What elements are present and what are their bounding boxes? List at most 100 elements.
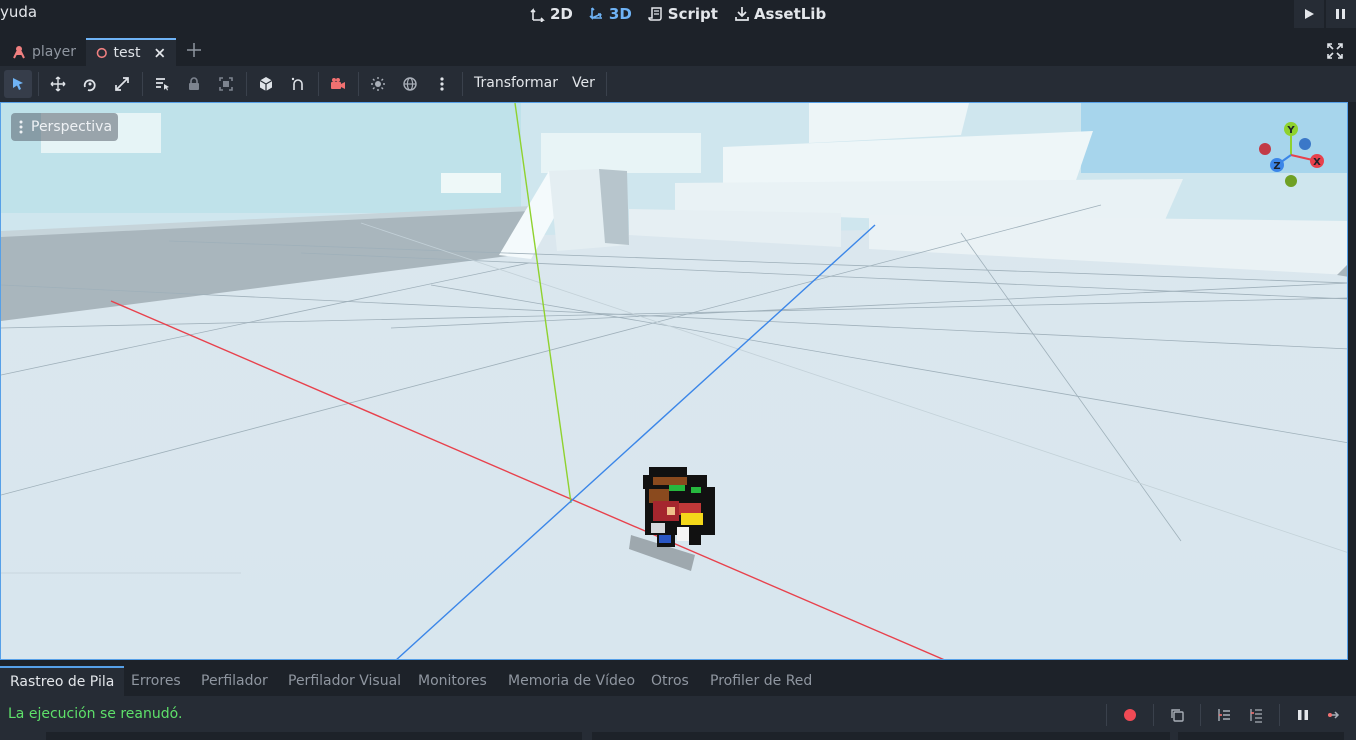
script-icon <box>648 7 662 21</box>
view-gizmo[interactable]: Y X Z <box>1257 117 1329 189</box>
tab-player[interactable]: player <box>2 38 86 66</box>
viewport-edge <box>1348 102 1356 660</box>
step-over-button[interactable] <box>1247 706 1265 724</box>
gizmo-y-label: Y <box>1286 125 1295 136</box>
continue-button[interactable] <box>1326 706 1344 724</box>
breakpoint-dot-icon <box>1124 709 1136 721</box>
tab-monitors[interactable]: Monitores <box>408 666 497 696</box>
3d-viewport[interactable]: Perspectiva Y X Z <box>0 102 1348 660</box>
gizmo-x-label: X <box>1313 157 1321 168</box>
step-into-button[interactable] <box>1215 706 1233 724</box>
toolbar-separator <box>1153 704 1154 726</box>
toolbar-separator <box>246 72 247 96</box>
step-over-icon <box>1250 709 1262 723</box>
panel-split-middle <box>592 732 1170 740</box>
gizmo-z-label: Z <box>1273 161 1280 172</box>
viewport-toolbar: Transformar Ver <box>0 66 1356 102</box>
tab-test[interactable]: test <box>86 38 176 66</box>
tab-stack-trace[interactable]: Rastreo de Pila <box>0 666 125 696</box>
play-button[interactable] <box>1294 0 1324 28</box>
panel-split-left <box>46 732 582 740</box>
kebab-menu-icon <box>440 77 444 91</box>
snap-magnet-icon <box>291 77 303 90</box>
top-bar: yuda 2D 3D Script AssetLib <box>0 0 1356 36</box>
panel-split-right <box>1178 732 1344 740</box>
assetlib-icon <box>735 7 749 21</box>
debugger-controls <box>1106 704 1344 726</box>
3d-icon <box>589 7 602 20</box>
perspective-menu-button[interactable]: Perspectiva <box>11 113 119 141</box>
camera-icon <box>331 78 345 89</box>
camera-preview-button[interactable] <box>324 70 352 98</box>
group-icon <box>219 77 233 91</box>
scene-render <box>1 103 1347 659</box>
list-select-button[interactable] <box>148 70 176 98</box>
continue-icon <box>1328 711 1340 719</box>
fullscreen-icon[interactable] <box>1326 42 1344 60</box>
gizmo-neg-y[interactable] <box>1285 175 1297 187</box>
tab-visual-profiler[interactable]: Perfilador Visual <box>278 666 411 696</box>
menu-help-fragment[interactable]: yuda <box>0 3 37 21</box>
close-icon[interactable] <box>154 47 166 59</box>
add-tab-icon[interactable] <box>184 40 204 60</box>
step-into-icon <box>1218 709 1230 721</box>
more-options-button[interactable] <box>428 70 456 98</box>
pause-icon <box>1298 710 1308 720</box>
list-select-icon <box>156 78 169 91</box>
circle-icon <box>96 47 107 59</box>
select-arrow-icon <box>13 78 23 90</box>
gizmo-neg-z[interactable] <box>1299 138 1311 150</box>
snap-button[interactable] <box>284 70 312 98</box>
copy-error-button[interactable] <box>1168 706 1186 724</box>
toolbar-separator <box>1200 704 1201 726</box>
tab-misc[interactable]: Otros <box>641 666 699 696</box>
globe-icon <box>403 77 417 91</box>
tab-test-label: test <box>113 45 141 61</box>
toolbar-separator <box>358 72 359 96</box>
mode-3d-label: 3D <box>608 5 632 23</box>
mode-script-button[interactable]: Script <box>648 5 718 23</box>
cloud <box>441 173 501 193</box>
move-tool-button[interactable] <box>44 70 72 98</box>
sun-preview-button[interactable] <box>364 70 392 98</box>
tab-video-memory[interactable]: Memoria de Vídeo <box>498 666 645 696</box>
tab-errors[interactable]: Errores <box>121 666 191 696</box>
cube-icon <box>259 77 273 91</box>
tab-network-profiler[interactable]: Profiler de Red <box>700 666 822 696</box>
mode-assetlib-button[interactable]: AssetLib <box>734 5 826 23</box>
run-controls <box>1292 0 1356 28</box>
tab-profiler[interactable]: Perfilador <box>191 666 278 696</box>
move-icon <box>50 76 66 92</box>
view-menu[interactable]: Ver <box>572 75 595 91</box>
lock-icon <box>189 77 199 90</box>
scale-tool-button[interactable] <box>108 70 136 98</box>
mode-assetlib-label: AssetLib <box>753 5 827 23</box>
rotate-tool-button[interactable] <box>76 70 104 98</box>
pause-button[interactable] <box>1326 0 1356 28</box>
sun-icon <box>371 77 385 91</box>
lock-button[interactable] <box>180 70 208 98</box>
mode-2d-button[interactable]: 2D <box>530 5 573 23</box>
group-button[interactable] <box>212 70 240 98</box>
breakpoint-button[interactable] <box>1121 706 1139 724</box>
execution-status: La ejecución se reanudó. <box>8 706 183 722</box>
gizmo-neg-x[interactable] <box>1259 143 1271 155</box>
debugger-tab-bar: Rastreo de Pila Errores Perfilador Perfi… <box>0 666 1356 696</box>
transform-menu[interactable]: Transformar <box>474 75 558 91</box>
toolbar-separator <box>1106 704 1107 726</box>
use-local-space-button[interactable] <box>252 70 280 98</box>
toolbar-separator <box>606 72 607 96</box>
mode-3d-button[interactable]: 3D <box>589 5 632 23</box>
mode-2d-label: 2D <box>550 5 573 23</box>
toolbar-separator <box>1279 704 1280 726</box>
select-tool-button[interactable] <box>4 70 32 98</box>
break-button[interactable] <box>1294 706 1312 724</box>
tab-player-label: player <box>32 44 77 60</box>
copy-icon <box>1171 709 1184 722</box>
environment-preview-button[interactable] <box>396 70 424 98</box>
toolbar-separator <box>318 72 319 96</box>
mode-script-label: Script <box>667 5 718 23</box>
toolbar-separator <box>38 72 39 96</box>
play-icon <box>1305 9 1314 19</box>
node-icon <box>13 46 25 59</box>
